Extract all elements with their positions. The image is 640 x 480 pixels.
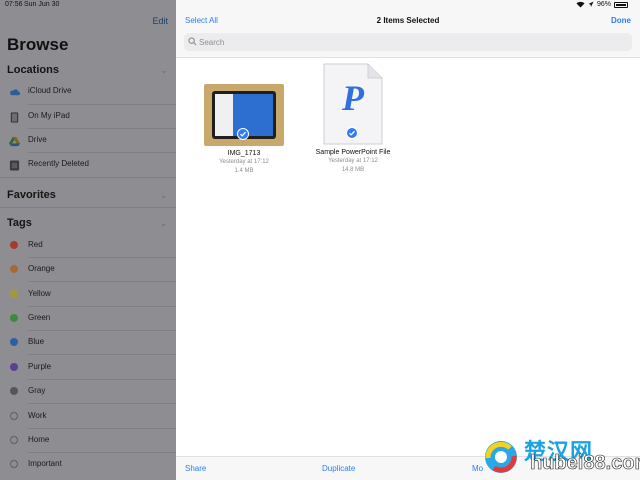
file-item-sample-powerpoint[interactable]: P Sample PowerPoint File Yesterday at 17… (298, 63, 408, 174)
image-thumbnail[interactable] (204, 84, 284, 146)
battery-percent: 96% (596, 1, 611, 8)
file-date: Yesterday at 17:12 (219, 159, 269, 165)
divider (0, 177, 176, 178)
tag-label: Gray (28, 386, 46, 395)
locations-header[interactable]: Locations (7, 64, 59, 76)
document-thumbnail[interactable]: P (323, 63, 383, 145)
tag-color-dot (10, 241, 18, 249)
watermark: 楚汉网 hubei88.com (472, 434, 640, 480)
tag-label: Orange (28, 264, 55, 273)
chevron-down-icon[interactable]: ⌄ (160, 219, 167, 228)
tag-color-dot (10, 387, 18, 395)
tag-item-important[interactable]: Important (0, 452, 176, 476)
tag-item-blue[interactable]: Blue (0, 330, 176, 354)
sidebar: 07:56 Sun Jun 30 Edit Browse Locations ⌄… (0, 0, 176, 480)
chevron-down-icon[interactable]: ⌄ (160, 191, 167, 200)
search-bar[interactable] (184, 33, 632, 51)
status-indicators: 96% (576, 1, 628, 8)
battery-icon (614, 1, 628, 8)
file-size: 14.8 MB (341, 167, 365, 173)
tag-item-work[interactable]: Work (0, 404, 176, 428)
watermark-url: hubei88.com (530, 452, 640, 475)
sidebar-item-label: Recently Deleted (28, 159, 89, 168)
sidebar-item-icloud-drive[interactable]: iCloud Drive (0, 80, 176, 104)
tag-item-gray[interactable]: Gray (0, 379, 176, 403)
trash-icon (9, 160, 20, 171)
tag-color-dot (10, 290, 18, 298)
tag-empty-dot (10, 436, 18, 444)
tag-item-purple[interactable]: Purple (0, 355, 176, 379)
search-input[interactable] (199, 36, 499, 48)
tag-label: Red (28, 240, 43, 249)
powerpoint-p-icon: P (342, 78, 364, 118)
selection-title: 2 Items Selected (376, 16, 440, 25)
top-bar: 96% Select All 2 Items Selected Done (176, 0, 640, 58)
tag-item-home[interactable]: Home (0, 428, 176, 452)
tag-label: Home (28, 435, 50, 444)
tag-color-dot (10, 363, 18, 371)
tag-empty-dot (10, 460, 18, 468)
tag-color-dot (10, 338, 18, 346)
favorites-header[interactable]: Favorites (7, 189, 56, 201)
divider (0, 207, 176, 208)
checkmark-icon[interactable] (346, 127, 358, 139)
share-button[interactable]: Share (185, 464, 206, 473)
thumbnail-panel (215, 94, 233, 136)
tag-item-yellow[interactable]: Yellow (0, 282, 176, 306)
search-icon (188, 37, 197, 46)
tag-item-red[interactable]: Red (0, 233, 176, 257)
ipad-icon (10, 112, 19, 123)
sidebar-item-on-my-ipad[interactable]: On My iPad (0, 105, 176, 129)
location-icon (588, 1, 594, 7)
duplicate-button[interactable]: Duplicate (322, 464, 355, 473)
chevron-down-icon[interactable]: ⌄ (160, 66, 167, 75)
edit-button[interactable]: Edit (152, 16, 168, 26)
sidebar-item-label: Drive (28, 135, 47, 144)
main-panel: 96% Select All 2 Items Selected Done IMG… (176, 0, 640, 480)
tags-header[interactable]: Tags (7, 217, 32, 229)
sidebar-item-recently-deleted[interactable]: Recently Deleted (0, 153, 176, 177)
file-name: Sample PowerPoint File (315, 149, 391, 156)
icloud-icon (10, 89, 20, 96)
tag-label: Important (28, 459, 62, 468)
tag-label: Blue (28, 337, 45, 346)
sidebar-item-label: On My iPad (28, 111, 70, 120)
tag-label: Purple (28, 362, 52, 371)
browse-title: Browse (7, 35, 69, 54)
tag-label: Green (28, 313, 51, 322)
tag-empty-dot (10, 412, 18, 420)
tag-label: Work (28, 411, 47, 420)
wifi-icon (576, 1, 585, 8)
file-name: IMG_1713 (227, 150, 261, 157)
watermark-logo (485, 441, 517, 473)
checkmark-icon[interactable] (237, 128, 249, 140)
done-button[interactable]: Done (611, 16, 631, 25)
status-date: Sun Jun 30 (24, 1, 60, 8)
tag-color-dot (10, 265, 18, 273)
file-date: Yesterday at 17:12 (328, 158, 378, 164)
tag-item-orange[interactable]: Orange (0, 257, 176, 281)
status-time: 07:56 (5, 1, 23, 8)
tag-item-green[interactable]: Green (0, 306, 176, 330)
file-size: 1.4 MB (234, 168, 254, 174)
sidebar-item-label: iCloud Drive (28, 86, 72, 95)
file-item-img-1713[interactable]: IMG_1713 Yesterday at 17:12 1.4 MB (189, 84, 299, 175)
google-drive-icon (9, 136, 20, 147)
sidebar-item-drive[interactable]: Drive (0, 129, 176, 153)
tag-color-dot (10, 314, 18, 322)
tag-label: Yellow (28, 289, 51, 298)
